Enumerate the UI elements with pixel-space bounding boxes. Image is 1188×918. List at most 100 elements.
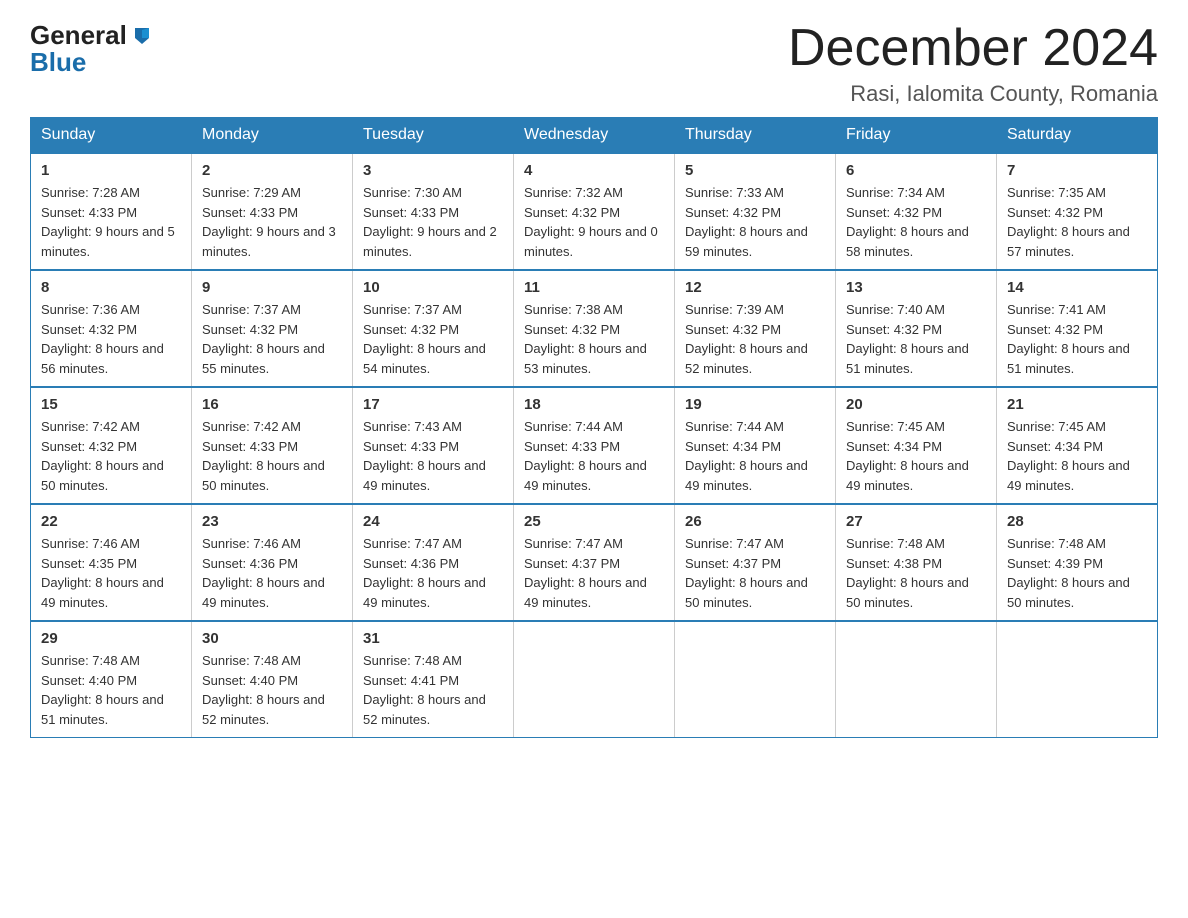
- day-number: 4: [524, 162, 664, 179]
- header-friday: Friday: [836, 118, 997, 154]
- calendar-day-cell: 7 Sunrise: 7:35 AM Sunset: 4:32 PM Dayli…: [997, 153, 1158, 270]
- day-number: 28: [1007, 513, 1147, 530]
- day-number: 16: [202, 396, 342, 413]
- calendar-week-row: 22 Sunrise: 7:46 AM Sunset: 4:35 PM Dayl…: [31, 504, 1158, 621]
- day-number: 25: [524, 513, 664, 530]
- day-info: Sunrise: 7:48 AM Sunset: 4:39 PM Dayligh…: [1007, 534, 1147, 612]
- calendar-day-cell: 4 Sunrise: 7:32 AM Sunset: 4:32 PM Dayli…: [514, 153, 675, 270]
- calendar-day-cell: 16 Sunrise: 7:42 AM Sunset: 4:33 PM Dayl…: [192, 387, 353, 504]
- calendar-day-cell: 1 Sunrise: 7:28 AM Sunset: 4:33 PM Dayli…: [31, 153, 192, 270]
- day-number: 14: [1007, 279, 1147, 296]
- calendar-day-cell: 12 Sunrise: 7:39 AM Sunset: 4:32 PM Dayl…: [675, 270, 836, 387]
- day-number: 9: [202, 279, 342, 296]
- logo-arrow-icon: [131, 24, 153, 46]
- day-number: 27: [846, 513, 986, 530]
- day-info: Sunrise: 7:48 AM Sunset: 4:38 PM Dayligh…: [846, 534, 986, 612]
- calendar-day-cell: 28 Sunrise: 7:48 AM Sunset: 4:39 PM Dayl…: [997, 504, 1158, 621]
- logo-text-blue: Blue: [30, 47, 86, 78]
- calendar-week-row: 29 Sunrise: 7:48 AM Sunset: 4:40 PM Dayl…: [31, 621, 1158, 738]
- day-number: 29: [41, 630, 181, 647]
- day-info: Sunrise: 7:42 AM Sunset: 4:33 PM Dayligh…: [202, 417, 342, 495]
- day-number: 18: [524, 396, 664, 413]
- calendar-day-cell: 11 Sunrise: 7:38 AM Sunset: 4:32 PM Dayl…: [514, 270, 675, 387]
- calendar-week-row: 1 Sunrise: 7:28 AM Sunset: 4:33 PM Dayli…: [31, 153, 1158, 270]
- day-info: Sunrise: 7:41 AM Sunset: 4:32 PM Dayligh…: [1007, 300, 1147, 378]
- day-number: 3: [363, 162, 503, 179]
- calendar-table: SundayMondayTuesdayWednesdayThursdayFrid…: [30, 117, 1158, 738]
- day-number: 21: [1007, 396, 1147, 413]
- day-info: Sunrise: 7:40 AM Sunset: 4:32 PM Dayligh…: [846, 300, 986, 378]
- header-monday: Monday: [192, 118, 353, 154]
- calendar-week-row: 15 Sunrise: 7:42 AM Sunset: 4:32 PM Dayl…: [31, 387, 1158, 504]
- day-info: Sunrise: 7:36 AM Sunset: 4:32 PM Dayligh…: [41, 300, 181, 378]
- calendar-day-cell: 25 Sunrise: 7:47 AM Sunset: 4:37 PM Dayl…: [514, 504, 675, 621]
- page-header: General Blue December 2024 Rasi, Ialomit…: [30, 20, 1158, 107]
- day-info: Sunrise: 7:38 AM Sunset: 4:32 PM Dayligh…: [524, 300, 664, 378]
- day-number: 19: [685, 396, 825, 413]
- calendar-empty-cell: [514, 621, 675, 738]
- day-number: 5: [685, 162, 825, 179]
- day-info: Sunrise: 7:39 AM Sunset: 4:32 PM Dayligh…: [685, 300, 825, 378]
- calendar-day-cell: 14 Sunrise: 7:41 AM Sunset: 4:32 PM Dayl…: [997, 270, 1158, 387]
- day-info: Sunrise: 7:35 AM Sunset: 4:32 PM Dayligh…: [1007, 183, 1147, 261]
- day-number: 30: [202, 630, 342, 647]
- day-info: Sunrise: 7:47 AM Sunset: 4:37 PM Dayligh…: [685, 534, 825, 612]
- day-info: Sunrise: 7:33 AM Sunset: 4:32 PM Dayligh…: [685, 183, 825, 261]
- calendar-day-cell: 29 Sunrise: 7:48 AM Sunset: 4:40 PM Dayl…: [31, 621, 192, 738]
- calendar-day-cell: 8 Sunrise: 7:36 AM Sunset: 4:32 PM Dayli…: [31, 270, 192, 387]
- day-info: Sunrise: 7:46 AM Sunset: 4:35 PM Dayligh…: [41, 534, 181, 612]
- day-info: Sunrise: 7:37 AM Sunset: 4:32 PM Dayligh…: [363, 300, 503, 378]
- calendar-day-cell: 31 Sunrise: 7:48 AM Sunset: 4:41 PM Dayl…: [353, 621, 514, 738]
- day-number: 17: [363, 396, 503, 413]
- day-info: Sunrise: 7:29 AM Sunset: 4:33 PM Dayligh…: [202, 183, 342, 261]
- month-title: December 2024: [788, 20, 1158, 77]
- day-number: 10: [363, 279, 503, 296]
- day-number: 13: [846, 279, 986, 296]
- header-saturday: Saturday: [997, 118, 1158, 154]
- day-info: Sunrise: 7:44 AM Sunset: 4:33 PM Dayligh…: [524, 417, 664, 495]
- calendar-empty-cell: [836, 621, 997, 738]
- day-number: 22: [41, 513, 181, 530]
- calendar-empty-cell: [997, 621, 1158, 738]
- day-number: 23: [202, 513, 342, 530]
- day-info: Sunrise: 7:48 AM Sunset: 4:41 PM Dayligh…: [363, 651, 503, 729]
- day-number: 20: [846, 396, 986, 413]
- day-number: 6: [846, 162, 986, 179]
- calendar-day-cell: 24 Sunrise: 7:47 AM Sunset: 4:36 PM Dayl…: [353, 504, 514, 621]
- day-info: Sunrise: 7:37 AM Sunset: 4:32 PM Dayligh…: [202, 300, 342, 378]
- day-info: Sunrise: 7:48 AM Sunset: 4:40 PM Dayligh…: [41, 651, 181, 729]
- calendar-day-cell: 22 Sunrise: 7:46 AM Sunset: 4:35 PM Dayl…: [31, 504, 192, 621]
- calendar-day-cell: 6 Sunrise: 7:34 AM Sunset: 4:32 PM Dayli…: [836, 153, 997, 270]
- day-info: Sunrise: 7:28 AM Sunset: 4:33 PM Dayligh…: [41, 183, 181, 261]
- day-info: Sunrise: 7:45 AM Sunset: 4:34 PM Dayligh…: [846, 417, 986, 495]
- calendar-day-cell: 3 Sunrise: 7:30 AM Sunset: 4:33 PM Dayli…: [353, 153, 514, 270]
- day-number: 1: [41, 162, 181, 179]
- location-text: Rasi, Ialomita County, Romania: [788, 81, 1158, 107]
- calendar-day-cell: 2 Sunrise: 7:29 AM Sunset: 4:33 PM Dayli…: [192, 153, 353, 270]
- calendar-header-row: SundayMondayTuesdayWednesdayThursdayFrid…: [31, 118, 1158, 154]
- day-info: Sunrise: 7:46 AM Sunset: 4:36 PM Dayligh…: [202, 534, 342, 612]
- day-number: 7: [1007, 162, 1147, 179]
- header-wednesday: Wednesday: [514, 118, 675, 154]
- header-sunday: Sunday: [31, 118, 192, 154]
- day-number: 24: [363, 513, 503, 530]
- calendar-day-cell: 9 Sunrise: 7:37 AM Sunset: 4:32 PM Dayli…: [192, 270, 353, 387]
- calendar-day-cell: 19 Sunrise: 7:44 AM Sunset: 4:34 PM Dayl…: [675, 387, 836, 504]
- day-info: Sunrise: 7:48 AM Sunset: 4:40 PM Dayligh…: [202, 651, 342, 729]
- day-info: Sunrise: 7:47 AM Sunset: 4:37 PM Dayligh…: [524, 534, 664, 612]
- title-block: December 2024 Rasi, Ialomita County, Rom…: [788, 20, 1158, 107]
- day-number: 12: [685, 279, 825, 296]
- calendar-day-cell: 21 Sunrise: 7:45 AM Sunset: 4:34 PM Dayl…: [997, 387, 1158, 504]
- day-number: 2: [202, 162, 342, 179]
- header-tuesday: Tuesday: [353, 118, 514, 154]
- day-info: Sunrise: 7:30 AM Sunset: 4:33 PM Dayligh…: [363, 183, 503, 261]
- calendar-day-cell: 30 Sunrise: 7:48 AM Sunset: 4:40 PM Dayl…: [192, 621, 353, 738]
- calendar-day-cell: 10 Sunrise: 7:37 AM Sunset: 4:32 PM Dayl…: [353, 270, 514, 387]
- logo: General Blue: [30, 20, 153, 78]
- day-info: Sunrise: 7:34 AM Sunset: 4:32 PM Dayligh…: [846, 183, 986, 261]
- header-thursday: Thursday: [675, 118, 836, 154]
- calendar-day-cell: 15 Sunrise: 7:42 AM Sunset: 4:32 PM Dayl…: [31, 387, 192, 504]
- day-info: Sunrise: 7:43 AM Sunset: 4:33 PM Dayligh…: [363, 417, 503, 495]
- day-info: Sunrise: 7:47 AM Sunset: 4:36 PM Dayligh…: [363, 534, 503, 612]
- calendar-day-cell: 18 Sunrise: 7:44 AM Sunset: 4:33 PM Dayl…: [514, 387, 675, 504]
